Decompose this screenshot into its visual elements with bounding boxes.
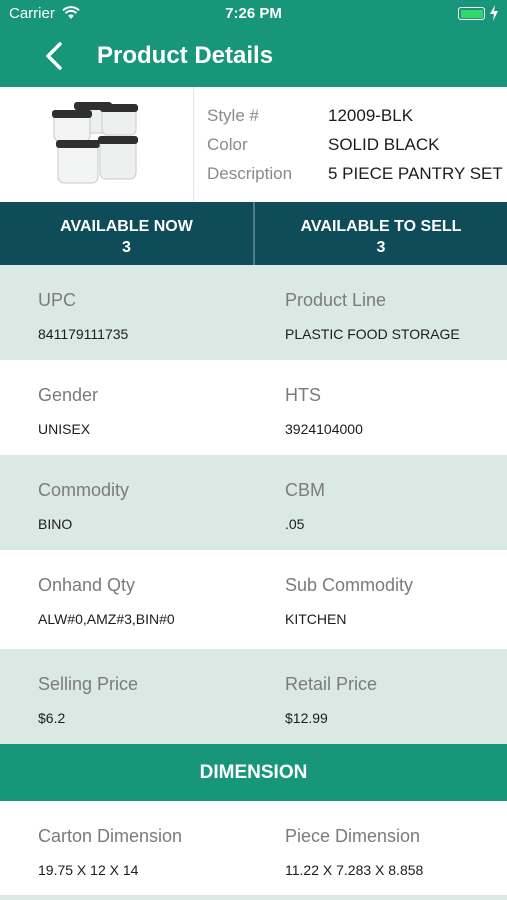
dimension-section-header: DIMENSION [0, 744, 507, 801]
spec-label: Description [207, 164, 293, 183]
detail-row-price: Selling Price $6.2 Retail Price $12.99 [0, 649, 507, 744]
product-line-value: PLASTIC FOOD STORAGE [285, 326, 460, 342]
available-to-sell: AVAILABLE TO SELL 3 [255, 202, 507, 265]
spec-value: 12009-BLK [328, 106, 414, 125]
sub-commodity-value: KITCHEN [285, 611, 347, 627]
available-to-sell-value: 3 [376, 239, 386, 256]
status-bar: Carrier 7:26 PM [0, 0, 507, 28]
upc-label: UPC [38, 290, 77, 310]
spec-label: Style # [207, 106, 259, 125]
sub-commodity-label: Sub Commodity [285, 575, 414, 595]
page-title: Product Details [97, 42, 274, 69]
piece-dimension-label: Piece Dimension [285, 826, 421, 846]
spec-label: Color [207, 135, 248, 154]
retail-price-label: Retail Price [285, 674, 378, 694]
product-line-label: Product Line [285, 290, 387, 310]
upc-value: 841179111735 [38, 326, 129, 342]
onhand-qty-value: ALW#0,AMZ#3,BIN#0 [38, 611, 175, 627]
product-summary: Style # 12009-BLK Color SOLID BLACK Desc… [0, 87, 507, 202]
spec-value: SOLID BLACK [328, 135, 440, 154]
available-now: AVAILABLE NOW 3 [0, 202, 253, 265]
available-to-sell-label: AVAILABLE TO SELL [300, 218, 462, 235]
carton-dimension-label: Carton Dimension [38, 826, 183, 846]
commodity-value: BINO [38, 516, 73, 532]
hts-label: HTS [285, 385, 321, 405]
battery-icon [458, 7, 485, 20]
detail-row-commodity: Commodity BINO CBM .05 [0, 455, 507, 550]
cbm-value: .05 [285, 516, 305, 532]
gender-value: UNISEX [38, 421, 91, 437]
commodity-label: Commodity [38, 480, 130, 500]
charging-bolt-icon [490, 5, 498, 21]
carton-dimension-value: 19.75 X 12 X 14 [38, 862, 139, 878]
selling-price-label: Selling Price [38, 674, 139, 694]
cbm-label: CBM [285, 480, 325, 500]
available-now-label: AVAILABLE NOW [60, 218, 193, 235]
chevron-left-icon[interactable] [40, 40, 68, 72]
retail-price-value: $12.99 [285, 710, 328, 726]
detail-row-dimension: Carton Dimension 19.75 X 12 X 14 Piece D… [0, 801, 507, 896]
status-time: 7:26 PM [225, 5, 282, 22]
available-now-value: 3 [122, 239, 131, 256]
detail-row-upc: UPC 841179111735 Product Line PLASTIC FO… [0, 265, 507, 360]
detail-row-gender: Gender UNISEX HTS 3924104000 [0, 360, 507, 455]
hts-value: 3924104000 [285, 421, 363, 437]
navigation-header: Carrier 7:26 PM Product Details [0, 0, 507, 87]
onhand-qty-label: Onhand Qty [38, 575, 136, 595]
food-storage-containers-image [52, 102, 138, 184]
gender-label: Gender [38, 385, 99, 405]
detail-row-onhand: Onhand Qty ALW#0,AMZ#3,BIN#0 Sub Commodi… [0, 550, 507, 645]
product-thumbnail [0, 87, 194, 202]
selling-price-value: $6.2 [38, 710, 66, 726]
spec-value: 5 PIECE PANTRY SET [328, 164, 503, 183]
next-row-edge [0, 895, 507, 900]
piece-dimension-value: 11.22 X 7.283 X 8.858 [285, 862, 424, 878]
availability-bar: AVAILABLE NOW 3 AVAILABLE TO SELL 3 [0, 202, 507, 265]
